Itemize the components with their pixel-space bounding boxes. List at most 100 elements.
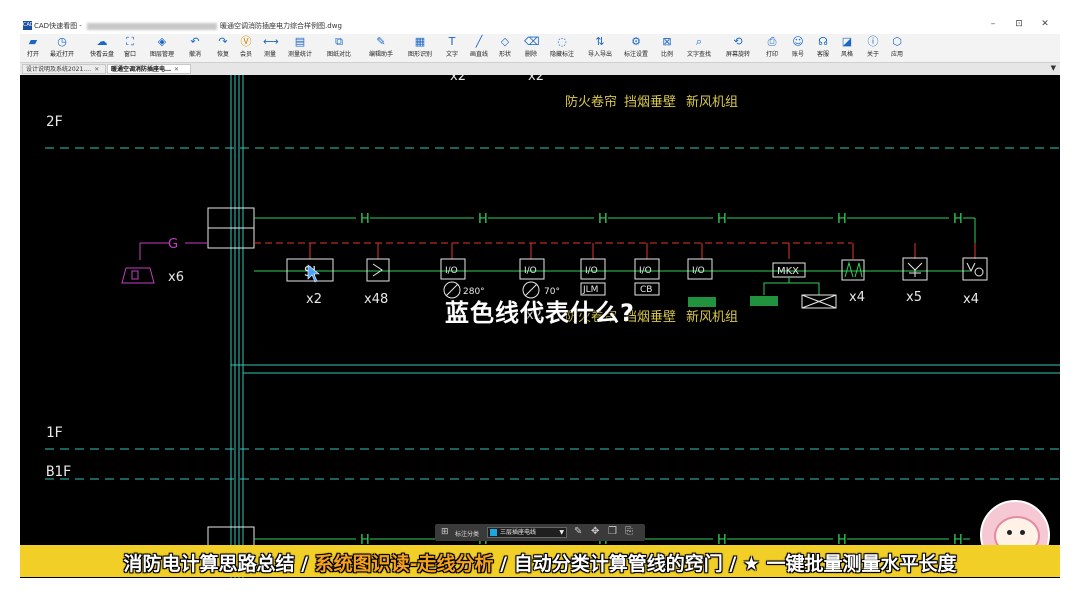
tab-design-notes[interactable]: 设计说明及系统2021.… ✕ [22,64,106,74]
top-device-name-2: 挡烟垂壁 [624,95,676,110]
io-module-label: I/O [585,266,598,276]
layer-color-swatch [490,529,497,536]
layers-icon: ◈ [157,35,167,48]
h-line-letter: H [837,212,847,227]
toolbar-button-import-export[interactable]: ⇅ 导入导出 [588,34,612,62]
sensor-module [366,258,390,282]
toolbar-button-history[interactable]: ◷ 最近打开 [50,34,74,62]
toolbar-button-text[interactable]: T 文字 [445,34,459,62]
tab-hvac-drawing[interactable]: 暖通空调消防插座电… ✕ [107,64,191,74]
io-module-label: I/O [445,266,458,276]
count-top-2: x2 [528,75,544,84]
toolbar-button-label: 打印 [765,51,778,58]
history-icon: ◷ [57,35,67,48]
device-d2-detail [907,262,923,277]
toolbar-button-print[interactable]: ⎙ 打印 [765,34,779,62]
toolbar-button-hide-annotation[interactable]: ◌ 隐藏标注 [550,34,574,62]
toolbar-button-label: 隐藏标注 [550,51,575,58]
maximize-icon[interactable]: ⊡ [1010,19,1028,29]
tab-dropdown-icon[interactable]: ▼ [1051,64,1056,72]
eraser-icon: ⌫ [524,35,540,48]
toolbar-button-label: 恢复 [216,51,229,58]
toolbar-button-measure[interactable]: ⟷ 测量 [263,34,279,62]
toolbar-button-text-search[interactable]: ⌕ 文字查找 [687,34,711,62]
text-icon: T [448,35,456,48]
close-icon[interactable]: ✕ [1036,19,1054,29]
toolbar-button-label: 形状 [498,51,511,58]
move-icon[interactable]: ✥ [591,526,599,538]
paste-icon[interactable]: ⎘ [625,526,633,538]
shape-recognize-icon: ▦ [414,35,426,48]
toolbar-button-label: 测量统计 [288,51,313,58]
toolbar-button-label: 导入导出 [588,51,613,58]
io-module-label: I/O [639,266,652,276]
toolbar-button-label: 画直线 [470,51,489,58]
toolbar-button-vip[interactable]: Ⓥ 会员 [239,34,253,62]
toolbar-button-account[interactable]: ☺ 账号 [791,34,805,62]
toolbar-button-annotation-settings[interactable]: ⚙ 标注设置 [624,34,648,62]
toolbar-button-label: 窗口 [123,51,136,58]
toolbar-button-rotate-screen[interactable]: ⟲ 屏幕旋转 [726,34,750,62]
toolbar-button-redo[interactable]: ↷ 恢复 [216,34,230,62]
apps-icon: ⬡ [892,35,902,48]
io-module-label: I/O [692,266,705,276]
main-toolbar: ▰ 打开 ◷ 最近打开 ☁ 快看云盘 ⛶ 窗口 ◈ 图层管理 ↶ 撤消 ↷ 恢复 Ⓥ 会员 ⟷ 测量 ▤ 测量统计 ⧉ 图… [20,34,1060,62]
account-icon: ☺ [792,35,804,48]
shape-icon: ◇ [500,35,510,48]
toolbar-button-label: 会员 [239,51,252,58]
device-d3-detail-2 [966,262,976,273]
redo-icon: ↷ [218,35,228,48]
toolbar-button-window[interactable]: ⛶ 窗口 [123,34,137,62]
toolbar-button-shape[interactable]: ◇ 形状 [498,34,512,62]
h-line-letter: H [717,212,727,227]
avatar-eye [1020,530,1025,535]
tab-close-icon[interactable]: ✕ [94,66,99,73]
toolbar-button-folder[interactable]: ▰ 打开 [26,34,40,62]
minimize-icon[interactable]: – [984,19,1002,29]
toolbar-button-undo[interactable]: ↶ 撤消 [188,34,202,62]
toolbar-button-scale[interactable]: ⊠ 比例 [660,34,674,62]
toolbar-button-edit-assistant[interactable]: ✎ 编辑助手 [369,34,393,62]
toolbar-button-label: 图形识别 [408,51,433,58]
undo-icon: ↶ [190,35,200,48]
toolbar-button-cloud[interactable]: ☁ 快看云盘 [90,34,114,62]
toolbar-button-label: 客服 [816,51,829,58]
chevron-down-icon: ▼ [559,529,564,536]
grid-icon[interactable]: ⊞ [441,527,449,537]
edit-icon[interactable]: ✎ [574,526,582,538]
toolbar-button-layers[interactable]: ◈ 图层管理 [150,34,174,62]
device-d1-detail [844,261,863,278]
toolbar-button-line[interactable]: ╱ 画直线 [470,34,488,62]
toolbar-button-label: 打开 [26,51,39,58]
toolbar-button-info[interactable]: ⓘ 关于 [866,34,880,62]
toolbar-button-shape-recognize[interactable]: ▦ 图形识别 [408,34,432,62]
toolbar-button-label: 撤消 [188,51,201,58]
caption-banner: 消防电计算思路总结 / 系统图识读-走线分析 / 自动分类计算管线的窍门 / ★… [20,545,1060,577]
toolbar-button-label: 比例 [660,51,673,58]
annotation-settings-icon: ⚙ [631,35,641,48]
toolbar-button-apps[interactable]: ⬡ 应用 [890,34,904,62]
toolbar-button-compare[interactable]: ⧉ 图纸对比 [327,34,351,62]
toolbar-button-label: 关于 [866,51,879,58]
overlay-question: 蓝色线代表什么? [445,299,635,327]
toolbar-button-headset[interactable]: ☊ 客服 [816,34,830,62]
toolbar-button-eraser[interactable]: ⌫ 删除 [524,34,540,62]
rotate-screen-icon: ⟲ [733,35,743,48]
device-d3-detail [974,267,984,277]
selected-category: 三层插座电线 [500,529,537,536]
toolbar-button-measure-stats[interactable]: ▤ 测量统计 [288,34,312,62]
toolbar-button-label: 文字查找 [687,51,712,58]
toolbar-button-label: 屏幕旋转 [726,51,751,58]
annotation-category-select[interactable]: 三层插座电线 ▼ [487,527,567,538]
toolbar-button-label: 删除 [524,51,537,58]
toolbar-button-style[interactable]: ◪ 风格 [840,34,854,62]
tab-close-icon[interactable]: ✕ [174,66,179,73]
folder-icon: ▰ [28,35,38,48]
io-module-label: I/O [524,266,537,276]
measure-stats-icon: ▤ [294,35,306,48]
device-d3-icon [962,257,988,281]
banner-part-3: / 自动分类计算管线的窍门 / ★ 一键批量测量水平长度 [493,553,957,575]
title-filename: 暖通空调消防插座电力综合样例图.dwg [220,22,342,30]
avatar-eye [1007,530,1012,535]
copy-icon[interactable]: ❐ [608,526,617,538]
